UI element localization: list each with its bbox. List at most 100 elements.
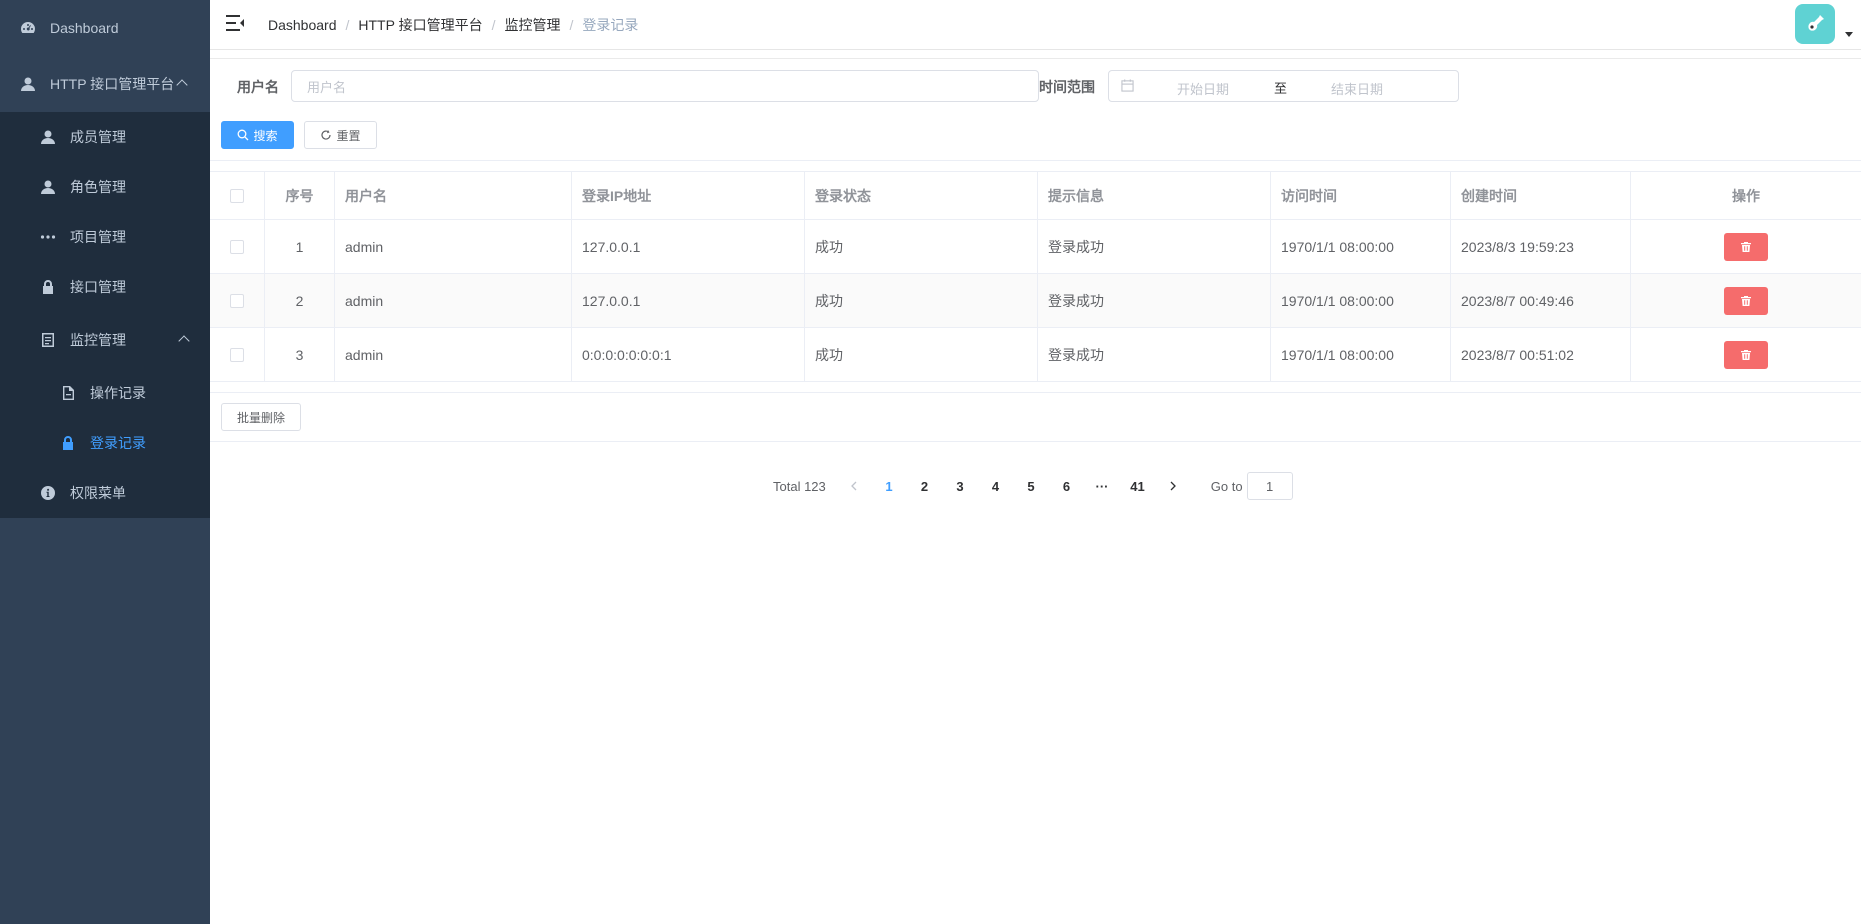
sidebar-item-label: 角色管理	[70, 179, 126, 195]
cell-visit-time: 1970/1/1 08:00:00	[1271, 220, 1451, 273]
goto-label: Go to	[1210, 478, 1243, 494]
sidebar-item-dashboard[interactable]: Dashboard	[0, 0, 210, 56]
prev-page-button[interactable]	[836, 481, 872, 491]
chevron-left-icon	[850, 481, 856, 491]
delete-button[interactable]	[1724, 286, 1768, 315]
start-date-placeholder[interactable]: 开始日期	[1177, 79, 1229, 98]
refresh-icon	[321, 130, 332, 140]
username-placeholder: 用户名	[307, 79, 347, 95]
delete-button[interactable]	[1724, 232, 1768, 261]
sidebar-item-label: 登录记录	[90, 435, 146, 451]
sidebar-item-permissions[interactable]: 权限菜单	[0, 468, 210, 518]
sidebar-item-members[interactable]: 成员管理	[0, 112, 210, 162]
sidebar-item-roles[interactable]: 角色管理	[0, 162, 210, 212]
page-number[interactable]: 3	[942, 479, 978, 494]
dashboard-icon	[20, 20, 36, 36]
row-select[interactable]	[210, 328, 265, 381]
header-cell: 操作	[1732, 187, 1760, 204]
trash-icon	[1741, 241, 1751, 252]
sidebar-item-label: Dashboard	[50, 20, 119, 36]
breadcrumb-item[interactable]: HTTP 接口管理平台	[358, 15, 482, 35]
cell-message: 登录成功	[1038, 274, 1271, 327]
cell-status: 成功	[805, 328, 1038, 381]
sidebar-item-http-platform[interactable]: HTTP 接口管理平台	[0, 56, 210, 112]
checkbox[interactable]	[230, 188, 244, 203]
table-row: 1 admin 127.0.0.1 成功 登录成功 1970/1/1 08:00…	[210, 220, 1861, 274]
breadcrumb-separator: /	[569, 17, 574, 33]
search-button[interactable]: 搜索	[221, 121, 294, 149]
header-cell: 用户名	[335, 172, 572, 219]
chevron-right-icon	[1170, 481, 1176, 491]
cell-actions	[1631, 220, 1861, 273]
delete-button[interactable]	[1724, 340, 1768, 369]
header-cell: 登录状态	[805, 172, 1038, 219]
row-select[interactable]	[210, 274, 265, 327]
cell-actions	[1631, 328, 1861, 381]
user-icon	[40, 179, 56, 195]
sidebar-item-op-logs[interactable]: 操作记录	[0, 368, 210, 418]
page-number[interactable]: 5	[1013, 479, 1049, 494]
sidebar-item-monitor[interactable]: 监控管理	[0, 312, 210, 368]
login-records-table: 序号 用户名 登录IP地址 登录状态 提示信息 访问时间 创建时间 操作 1 a…	[210, 171, 1861, 382]
header-cell: 提示信息	[1038, 172, 1271, 219]
sidebar-item-apis[interactable]: 接口管理	[0, 262, 210, 312]
user-icon	[40, 129, 56, 145]
checkbox[interactable]	[230, 347, 244, 362]
reset-button[interactable]: 重置	[304, 121, 377, 149]
row-select[interactable]	[210, 220, 265, 273]
navbar: Dashboard / HTTP 接口管理平台 / 监控管理 / 登录记录	[210, 0, 1861, 50]
divider	[210, 392, 1861, 393]
range-separator: 至	[1274, 81, 1288, 96]
sidebar: Dashboard HTTP 接口管理平台 成员管理 角色管理 项目管理 接口管…	[0, 0, 210, 924]
username-input[interactable]: 用户名	[291, 70, 1039, 102]
sidebar-item-label: HTTP 接口管理平台	[50, 76, 175, 92]
page-number[interactable]: 6	[1049, 479, 1085, 494]
chevron-up-icon	[176, 79, 188, 91]
cell-index: 3	[265, 328, 335, 381]
page-number[interactable]: 1	[871, 479, 907, 494]
sidebar-item-projects[interactable]: 项目管理	[0, 212, 210, 262]
trash-icon	[1741, 295, 1751, 306]
document-icon	[40, 332, 56, 348]
search-icon	[238, 129, 249, 141]
sidebar-item-label: 成员管理	[70, 129, 126, 145]
cell-actions	[1631, 274, 1861, 327]
checkbox[interactable]	[230, 293, 244, 308]
next-page-button[interactable]	[1155, 481, 1191, 491]
cell-ip: 0:0:0:0:0:0:0:1	[572, 328, 805, 381]
batch-delete-label: 批量删除	[236, 410, 285, 425]
goto-input[interactable]: 1	[1246, 472, 1293, 500]
lock-icon	[60, 435, 76, 451]
sidebar-item-login-logs[interactable]: 登录记录	[0, 418, 210, 468]
avatar[interactable]	[1795, 4, 1835, 44]
sidebar-item-label: 项目管理	[70, 229, 126, 245]
cell-created-time: 2023/8/7 00:51:02	[1451, 328, 1631, 381]
page-number[interactable]: 4	[978, 479, 1014, 494]
divider	[210, 441, 1861, 442]
calendar-icon	[1121, 79, 1134, 92]
more-pages-button[interactable]: ···	[1084, 479, 1120, 494]
caret-down-icon[interactable]	[1845, 32, 1853, 37]
time-range-label: 时间范围	[1039, 79, 1095, 95]
page-number[interactable]: 41	[1120, 479, 1156, 494]
hamburger-icon[interactable]	[226, 14, 246, 32]
header-cell: 创建时间	[1451, 172, 1631, 219]
breadcrumb-item[interactable]: 监控管理	[504, 15, 560, 35]
page-number[interactable]: 2	[907, 479, 943, 494]
more-dots-icon	[40, 229, 56, 245]
table-row: 3 admin 0:0:0:0:0:0:0:1 成功 登录成功 1970/1/1…	[210, 328, 1861, 382]
batch-delete-button[interactable]: 批量删除	[221, 403, 301, 431]
sidebar-item-label: 监控管理	[70, 332, 126, 348]
breadcrumb-current: 登录记录	[582, 17, 639, 33]
pagination-total: Total 123	[773, 478, 826, 494]
end-date-placeholder[interactable]: 结束日期	[1331, 79, 1383, 98]
cell-ip: 127.0.0.1	[572, 220, 805, 273]
header-select-all[interactable]	[210, 172, 265, 219]
header-cell: 序号	[265, 172, 335, 219]
breadcrumb-separator: /	[491, 17, 496, 33]
breadcrumb-item[interactable]: Dashboard	[268, 17, 337, 33]
cell-created-time: 2023/8/7 00:49:46	[1451, 274, 1631, 327]
header-cell: 登录IP地址	[572, 172, 805, 219]
checkbox[interactable]	[230, 239, 244, 254]
date-range-picker[interactable]: 开始日期 至 结束日期	[1108, 70, 1459, 102]
